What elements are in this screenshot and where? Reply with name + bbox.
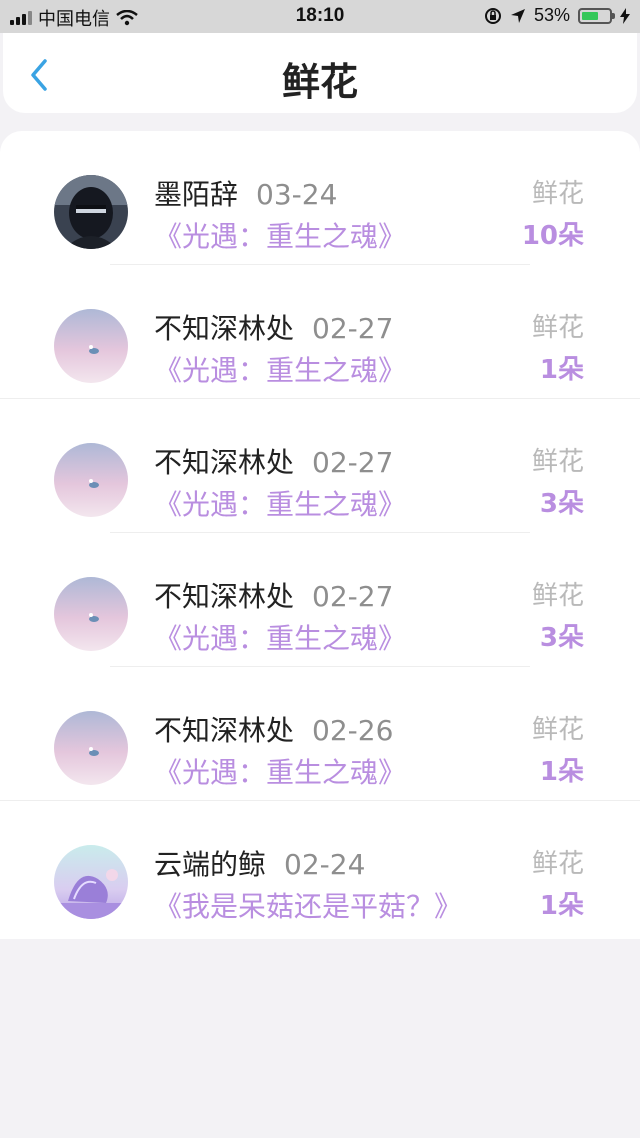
user-name[interactable]: 不知深林处 xyxy=(154,580,294,613)
dark-hooded-avatar-icon xyxy=(54,175,128,249)
user-name[interactable]: 云端的鲸 xyxy=(154,848,266,881)
location-icon xyxy=(510,8,525,23)
flower-list: 墨陌辞 03-24 《光遇：重生之魂》 鲜花 10朵 不知深林处 02-27 《光遇… xyxy=(0,131,640,939)
game-title[interactable]: 《光遇：重生之魂》 xyxy=(154,349,406,389)
date: 02-27 xyxy=(312,580,394,613)
name-line: 不知深林处 02-27 xyxy=(154,441,393,481)
pastel-sky-avatar-icon xyxy=(54,443,128,517)
list-item[interactable]: 不知深林处 02-27 《光遇：重生之魂》 鲜花 3朵 xyxy=(0,533,640,667)
list-item[interactable]: 不知深林处 02-26 《光遇：重生之魂》 鲜花 1朵 xyxy=(0,667,640,801)
status-right: 53% xyxy=(484,5,630,26)
flower-label: 鲜花 xyxy=(531,179,584,209)
avatar[interactable] xyxy=(54,443,128,517)
flower-label: 鲜花 xyxy=(531,849,584,879)
date: 02-26 xyxy=(312,714,394,747)
date: 02-27 xyxy=(312,312,394,345)
avatar[interactable] xyxy=(54,577,128,651)
avatar[interactable] xyxy=(54,309,128,383)
name-line: 云端的鲸 02-24 xyxy=(154,843,365,883)
flower-count: 1朵 xyxy=(539,891,584,921)
game-title[interactable]: 《光遇：重生之魂》 xyxy=(154,617,406,657)
battery-icon xyxy=(578,7,615,24)
list-item[interactable]: 不知深林处 02-27 《光遇：重生之魂》 鲜花 1朵 xyxy=(0,265,640,399)
charging-icon xyxy=(620,7,630,24)
user-name[interactable]: 不知深林处 xyxy=(154,446,294,479)
nav-bar: 鲜花 xyxy=(3,33,637,113)
purple-shell-avatar-icon xyxy=(54,845,128,919)
pastel-sky-avatar-icon xyxy=(54,309,128,383)
flower-count: 1朵 xyxy=(539,757,584,787)
list-item[interactable]: 不知深林处 02-27 《光遇：重生之魂》 鲜花 3朵 xyxy=(0,399,640,533)
date: 03-24 xyxy=(256,178,338,211)
game-title[interactable]: 《光遇：重生之魂》 xyxy=(154,483,406,523)
list-item[interactable]: 云端的鲸 02-24 《我是呆菇还是平菇？》 鲜花 1朵 xyxy=(0,801,640,935)
battery-percent: 53% xyxy=(533,5,570,25)
date: 02-27 xyxy=(312,446,394,479)
list-item[interactable]: 墨陌辞 03-24 《光遇：重生之魂》 鲜花 10朵 xyxy=(0,131,640,265)
flower-label: 鲜花 xyxy=(531,447,584,477)
date: 02-24 xyxy=(284,848,366,881)
user-name[interactable]: 不知深林处 xyxy=(154,312,294,345)
pastel-sky-avatar-icon xyxy=(54,577,128,651)
flower-label: 鲜花 xyxy=(531,715,584,745)
pastel-sky-avatar-icon xyxy=(54,711,128,785)
flower-count: 10朵 xyxy=(521,221,584,251)
flower-count: 1朵 xyxy=(539,355,584,385)
avatar[interactable] xyxy=(54,175,128,249)
avatar[interactable] xyxy=(54,711,128,785)
user-name[interactable]: 墨陌辞 xyxy=(154,178,238,211)
orientation-lock-icon xyxy=(484,7,501,24)
game-title[interactable]: 《光遇：重生之魂》 xyxy=(154,215,406,255)
flower-label: 鲜花 xyxy=(531,581,584,611)
status-bar: 中国电信 18:10 53% xyxy=(0,0,640,33)
name-line: 不知深林处 02-27 xyxy=(154,307,393,347)
flower-count: 3朵 xyxy=(539,489,584,519)
name-line: 不知深林处 02-26 xyxy=(154,709,393,749)
page-title: 鲜花 xyxy=(281,60,358,104)
flower-label: 鲜花 xyxy=(531,313,584,343)
game-title[interactable]: 《光遇：重生之魂》 xyxy=(154,751,406,791)
user-name[interactable]: 不知深林处 xyxy=(154,714,294,747)
game-title[interactable]: 《我是呆菇还是平菇？》 xyxy=(154,885,462,925)
name-line: 不知深林处 02-27 xyxy=(154,575,393,615)
avatar[interactable] xyxy=(54,845,128,919)
flower-count: 3朵 xyxy=(539,623,584,653)
name-line: 墨陌辞 03-24 xyxy=(154,173,337,213)
